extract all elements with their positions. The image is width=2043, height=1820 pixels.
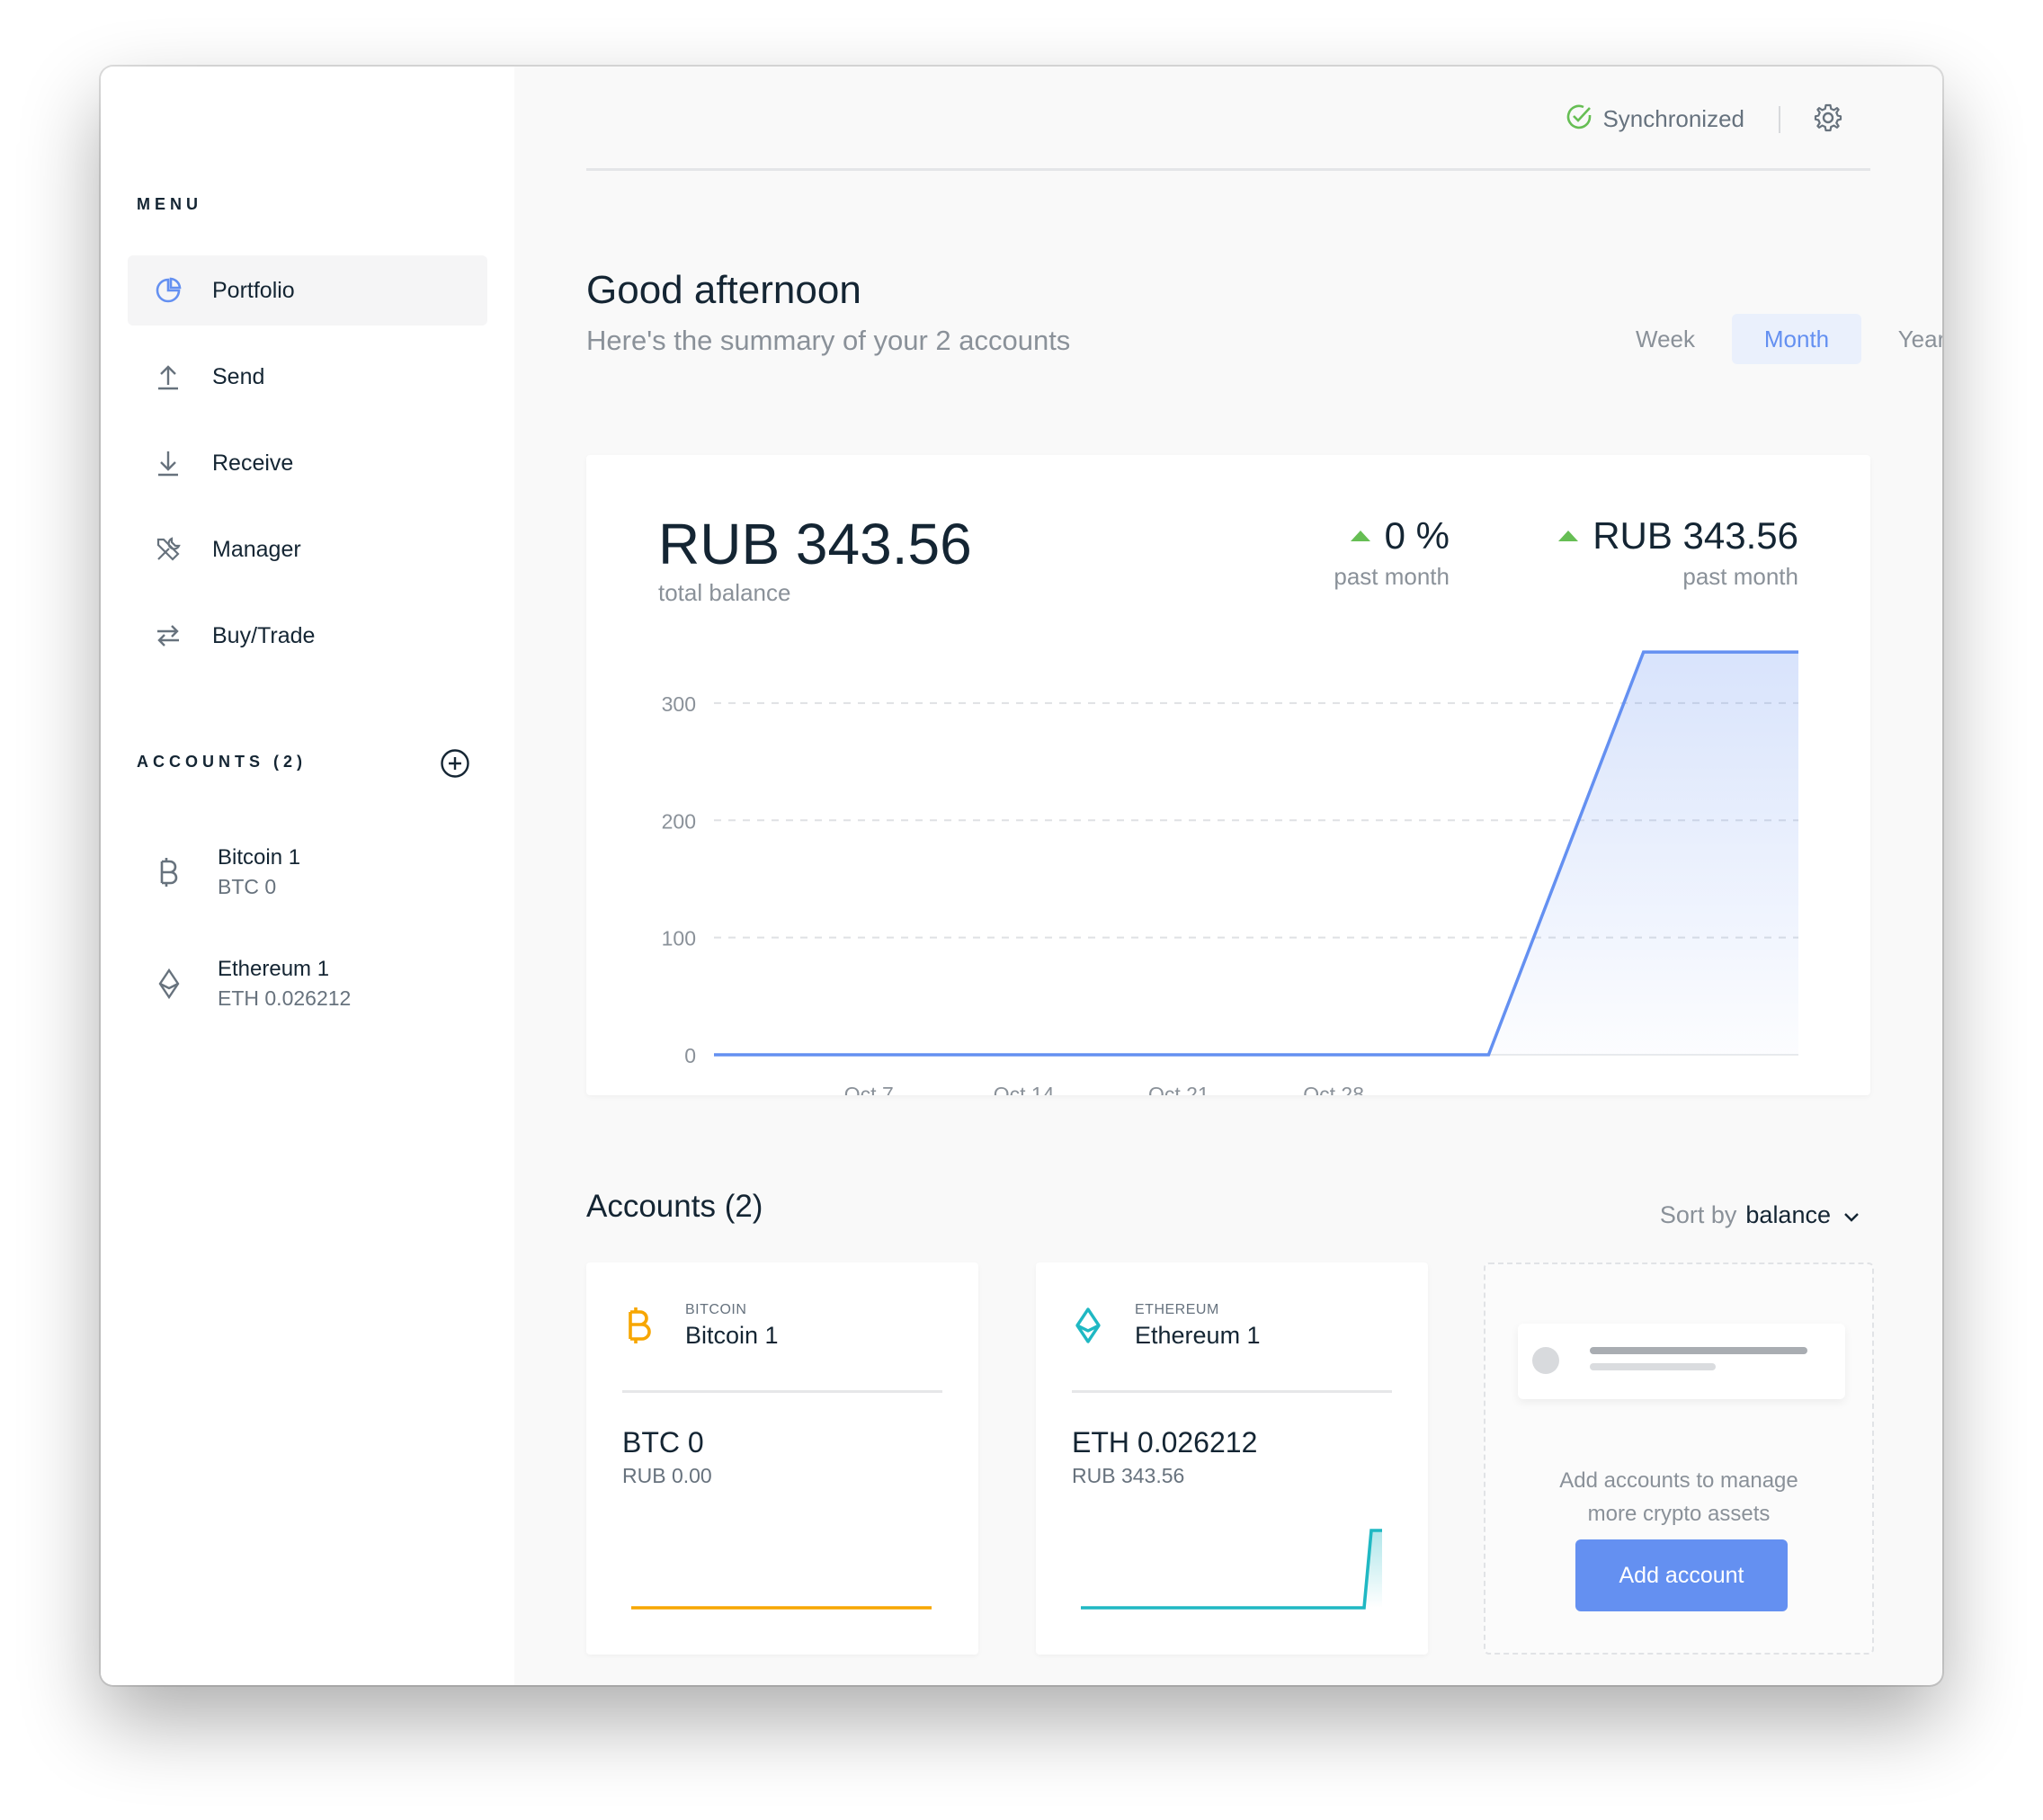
x-tick-label: Oct 28	[1303, 1083, 1364, 1095]
bitcoin-sparkline	[631, 1606, 932, 1610]
placeholder-text: Add accounts to manage more crypto asset…	[1485, 1464, 1872, 1530]
add-account-button[interactable]: Add account	[1575, 1539, 1788, 1611]
balance-chart: 300 200 100 0 Oct 7 Oct 14 Oct 21 Oct 28	[662, 650, 1798, 1095]
accounts-heading: Accounts (2)	[586, 1189, 763, 1224]
period-year-tab[interactable]: Year	[1872, 314, 1942, 364]
account-card-ethereum[interactable]: ETHEREUM Ethereum 1 ETH 0.026212 RUB 343…	[1036, 1262, 1428, 1655]
account-balance: ETH 0.026212	[218, 986, 352, 1010]
upload-arrow-icon	[152, 361, 184, 393]
series-area	[714, 652, 1798, 1055]
period-month-tab[interactable]: Month	[1732, 314, 1861, 364]
sidebar-account-ethereum[interactable]: Ethereum 1 ETH 0.026212	[155, 955, 351, 1013]
ethereum-sparkline	[1081, 1529, 1382, 1610]
tools-icon	[152, 533, 184, 566]
sidebar-account-bitcoin[interactable]: Bitcoin 1 BTC 0	[155, 843, 300, 901]
sync-status[interactable]: Synchronized	[1565, 103, 1744, 136]
y-tick-label: 300	[662, 692, 696, 716]
top-bar: Synchronized	[586, 67, 1870, 171]
y-tick-label: 200	[662, 809, 696, 833]
sidebar-item-receive[interactable]: Receive	[128, 428, 487, 498]
pie-chart-icon	[152, 274, 184, 307]
check-circle-icon	[1565, 103, 1593, 136]
divider	[1779, 106, 1780, 133]
swap-arrows-icon	[152, 620, 184, 652]
sort-dropdown[interactable]: Sort by balance	[1660, 1201, 1860, 1229]
sidebar-item-send[interactable]: Send	[128, 342, 487, 412]
add-account-placeholder: Add accounts to manage more crypto asset…	[1484, 1262, 1874, 1655]
account-balance: BTC 0	[218, 875, 277, 898]
x-tick-label: Oct 21	[1148, 1083, 1209, 1095]
sidebar-item-label: Portfolio	[212, 277, 295, 303]
account-card-bitcoin[interactable]: BITCOIN Bitcoin 1 BTC 0 RUB 0.00	[586, 1262, 978, 1655]
x-tick-label: Oct 7	[844, 1083, 894, 1095]
placeholder-line-1: Add accounts to manage	[1559, 1468, 1798, 1493]
y-tick-label: 100	[662, 927, 696, 950]
account-name: Ethereum 1	[218, 957, 330, 981]
ghost-account-illustration	[1518, 1324, 1845, 1399]
sort-value: balance	[1745, 1201, 1831, 1228]
period-week-tab[interactable]: Week	[1620, 314, 1710, 364]
sidebar-item-buy-trade[interactable]: Buy/Trade	[128, 601, 487, 671]
app-window: MENU Portfolio Send Receive Manager Buy/…	[101, 67, 1942, 1685]
sidebar-item-label: Buy/Trade	[212, 622, 316, 648]
chevron-down-icon	[1843, 1201, 1860, 1229]
sort-label: Sort by	[1659, 1201, 1737, 1228]
bitcoin-icon	[155, 854, 183, 890]
y-tick-label: 0	[684, 1044, 696, 1067]
greeting-title: Good afternoon	[586, 268, 861, 312]
sidebar-item-label: Receive	[212, 450, 294, 476]
sidebar-item-label: Manager	[212, 536, 301, 562]
add-account-icon[interactable]	[440, 748, 470, 779]
ethereum-icon	[155, 966, 183, 1002]
menu-title: MENU	[137, 195, 202, 213]
summary-subtitle: Here's the summary of your 2 accounts	[586, 325, 1071, 356]
balance-chart-card: RUB 343.56 total balance 0 % past month …	[586, 455, 1870, 1095]
sidebar-item-portfolio[interactable]: Portfolio	[128, 255, 487, 326]
sync-label: Synchronized	[1602, 105, 1744, 132]
x-tick-label: Oct 14	[994, 1083, 1055, 1095]
sidebar: MENU Portfolio Send Receive Manager Buy/…	[101, 67, 514, 1685]
account-name: Bitcoin 1	[218, 845, 301, 870]
placeholder-line-2: more crypto assets	[1587, 1502, 1771, 1526]
sidebar-item-label: Send	[212, 363, 265, 389]
gear-icon[interactable]	[1813, 103, 1843, 138]
main-content: Synchronized Good afternoon Here's the s…	[514, 67, 1942, 1685]
sidebar-item-manager[interactable]: Manager	[128, 514, 487, 584]
download-arrow-icon	[152, 447, 184, 479]
accounts-section-title: ACCOUNTS (2)	[137, 753, 307, 771]
